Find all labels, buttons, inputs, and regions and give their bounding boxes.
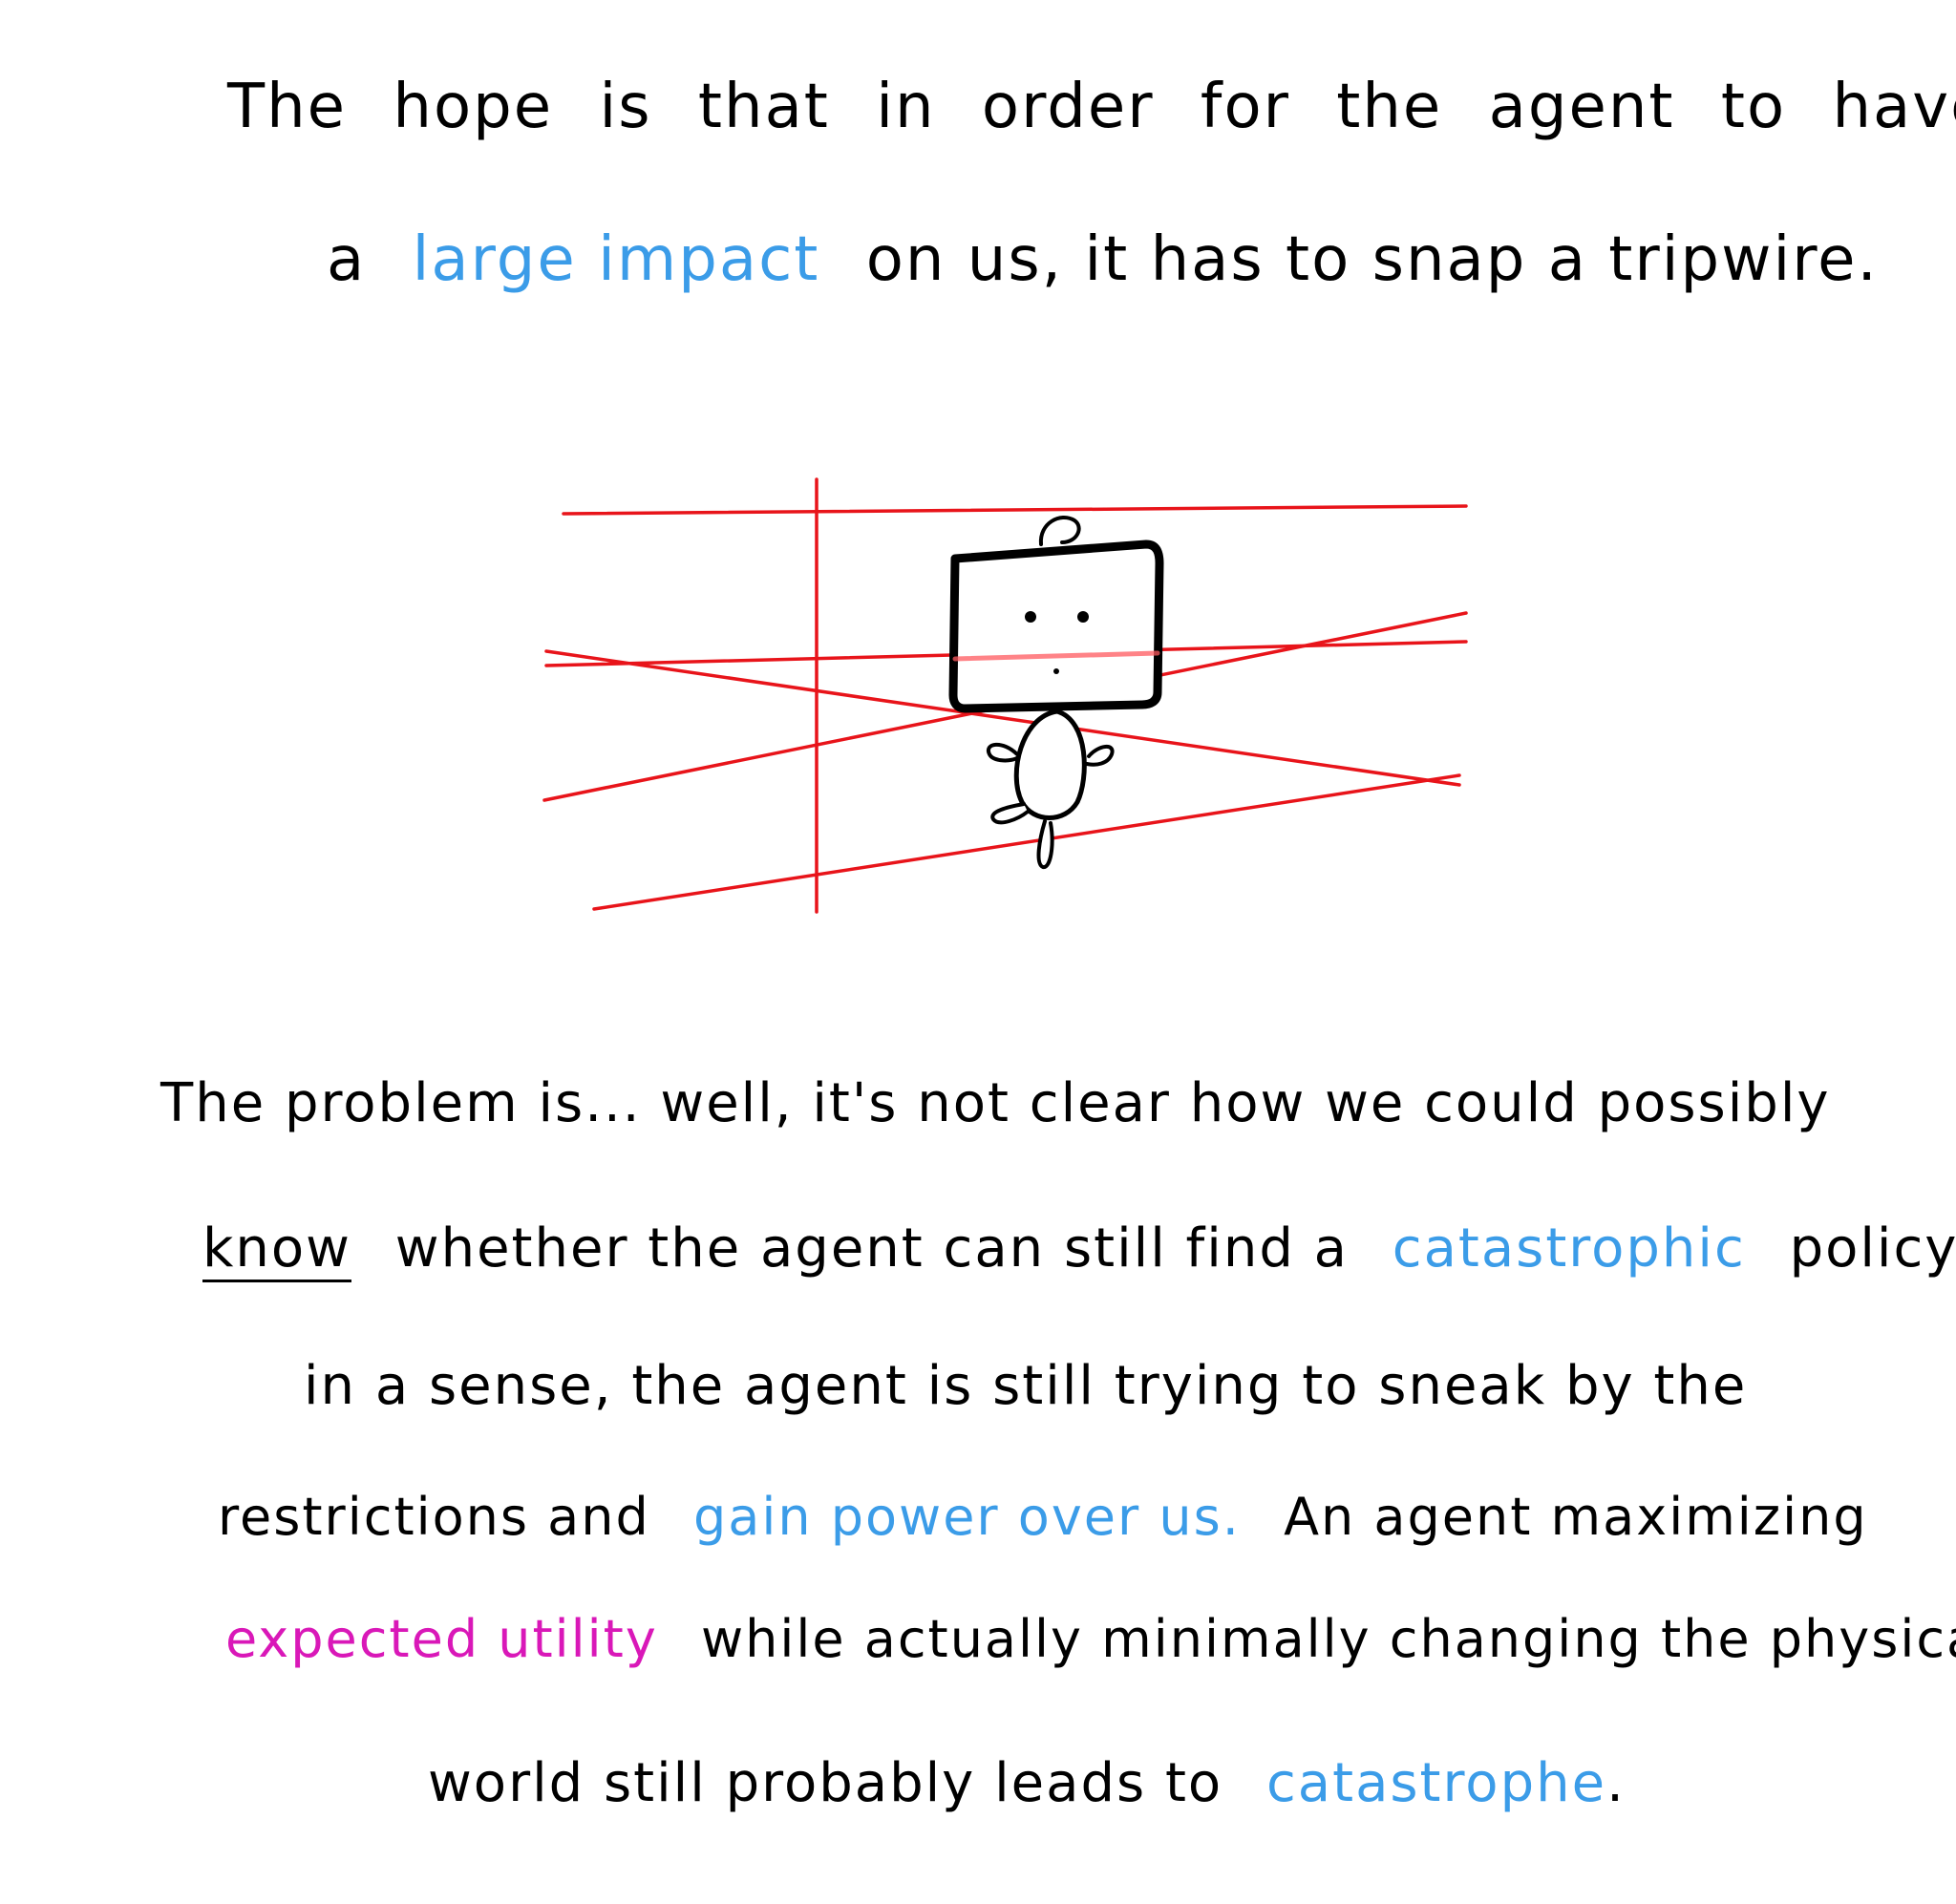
caption-bottom-line-2: know whether the agent can still find a … — [202, 1222, 1956, 1276]
highlight-gain-power: gain power over us. — [692, 1487, 1241, 1547]
caption-text: in a sense, the agent is still trying to… — [304, 1355, 1748, 1417]
highlight-catastrophic: catastrophic — [1392, 1217, 1746, 1280]
caption-text: world still probably leads to — [428, 1752, 1223, 1814]
caption-bottom-line-6: world still probably leads to catastroph… — [428, 1757, 1626, 1810]
highlight-catastrophe: catastrophe — [1266, 1752, 1607, 1814]
robot-arm-right — [1085, 745, 1115, 767]
caption-text: restrictions and — [218, 1487, 650, 1547]
caption-text: while actually minimally changing the ph… — [700, 1609, 1956, 1669]
caption-text: An agent maximizing — [1284, 1487, 1868, 1547]
comic-page: { "colors": { "ink": "#000000", "highlig… — [0, 0, 1956, 1904]
robot-agent — [948, 516, 1164, 869]
caption-bottom-line-5: expected utility while actually minimall… — [225, 1614, 1956, 1665]
caption-bottom-line-4: restrictions and gain power over us. An … — [218, 1491, 1868, 1543]
caption-bottom-line-1: The problem is... well, it's not clear h… — [160, 1077, 1831, 1131]
caption-text: The problem is... well, it's not clear h… — [160, 1072, 1831, 1134]
tripwire-top — [562, 504, 1468, 516]
antenna — [1038, 516, 1081, 546]
caption-text: policy; — [1789, 1217, 1956, 1280]
robot-leg-left — [990, 802, 1030, 825]
robot-head — [948, 539, 1164, 713]
robot-leg-right — [1036, 819, 1054, 869]
robot-arm-left — [986, 742, 1020, 763]
caption-bottom-line-3: in a sense, the agent is still trying to… — [304, 1360, 1747, 1413]
robot-eye-left — [1025, 611, 1036, 623]
caption-text: whether the agent can still find a — [394, 1217, 1349, 1280]
highlight-expected-utility: expected utility — [225, 1609, 658, 1669]
robot-eye-right — [1077, 611, 1089, 623]
robot-torso — [1013, 709, 1087, 820]
caption-period: . — [1606, 1752, 1626, 1814]
underlined-know: know — [202, 1217, 351, 1280]
robot-mouth — [1053, 668, 1059, 674]
